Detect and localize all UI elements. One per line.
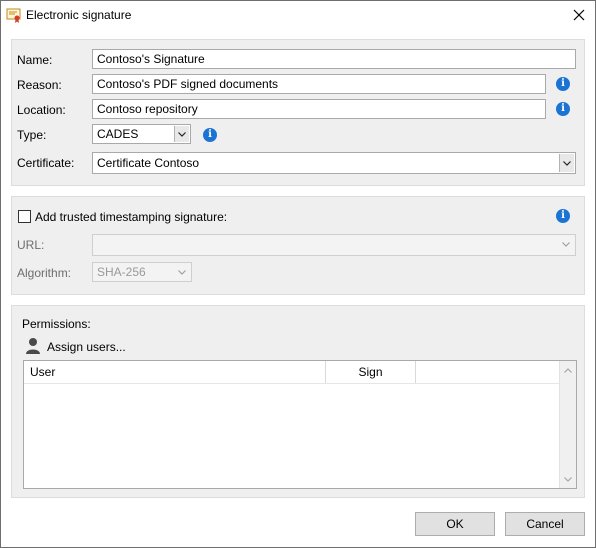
reason-field[interactable]: Contoso's PDF signed documents [92,74,546,94]
chevron-up-icon [564,367,572,373]
type-label: Type: [17,128,47,142]
url-select[interactable] [92,234,576,256]
algorithm-select-value: SHA-256 [97,265,146,279]
type-select-value: CADES [97,127,139,141]
column-header-user[interactable]: User [24,361,326,383]
timestamp-checkbox[interactable] [18,210,31,223]
general-panel: Name: Contoso's Signature Reason: Contos… [11,39,585,186]
permissions-grid: User Sign [23,360,577,489]
permissions-label: Permissions: [22,317,91,331]
certificate-icon [6,7,22,23]
scroll-up-arrow[interactable] [563,365,573,375]
chevron-down-icon [178,269,186,275]
title-bar: Electronic signature [1,1,595,31]
chevron-down-icon [178,131,186,137]
scroll-down-arrow[interactable] [563,474,573,484]
info-icon[interactable]: i [556,209,570,223]
chevron-down-icon [563,160,571,166]
type-dropdown-button[interactable] [174,126,189,142]
user-icon [25,337,41,355]
timestamp-panel: Add trusted timestamping signature: i UR… [11,196,585,295]
name-label: Name: [17,53,53,67]
certificate-label: Certificate: [17,156,75,170]
ok-button[interactable]: OK [415,512,495,536]
permissions-panel: Permissions: Assign users... User Sign [11,305,585,498]
chevron-down-icon [564,476,572,482]
header-divider [24,383,559,384]
certificate-dropdown-button[interactable] [559,154,574,172]
window-title: Electronic signature [26,8,132,22]
name-field[interactable]: Contoso's Signature [92,49,576,69]
url-label: URL: [17,238,45,252]
location-label: Location: [17,103,66,117]
reason-label: Reason: [17,78,62,92]
location-field[interactable]: Contoso repository [92,99,546,119]
cancel-button[interactable]: Cancel [505,512,585,536]
info-icon[interactable]: i [556,102,570,116]
certificate-select-value: Certificate Contoso [97,156,200,170]
algorithm-label: Algorithm: [17,266,72,280]
info-icon[interactable]: i [203,128,217,142]
type-select[interactable]: CADES [92,124,191,144]
close-icon [573,9,585,21]
algorithm-select[interactable]: SHA-256 [92,262,192,282]
url-dropdown-arrow[interactable] [561,237,571,251]
column-header-sign[interactable]: Sign [326,361,416,383]
electronic-signature-dialog: Electronic signature Name: Contoso's Sig… [0,0,596,548]
assign-users-link[interactable]: Assign users... [47,340,126,354]
info-icon[interactable]: i [556,77,570,91]
vertical-scrollbar[interactable] [559,361,576,488]
timestamp-checkbox-label[interactable]: Add trusted timestamping signature: [35,210,227,224]
chevron-down-icon [562,241,570,247]
certificate-select[interactable]: Certificate Contoso [92,152,576,174]
algorithm-dropdown-arrow[interactable] [177,265,187,279]
close-button[interactable] [565,3,593,27]
